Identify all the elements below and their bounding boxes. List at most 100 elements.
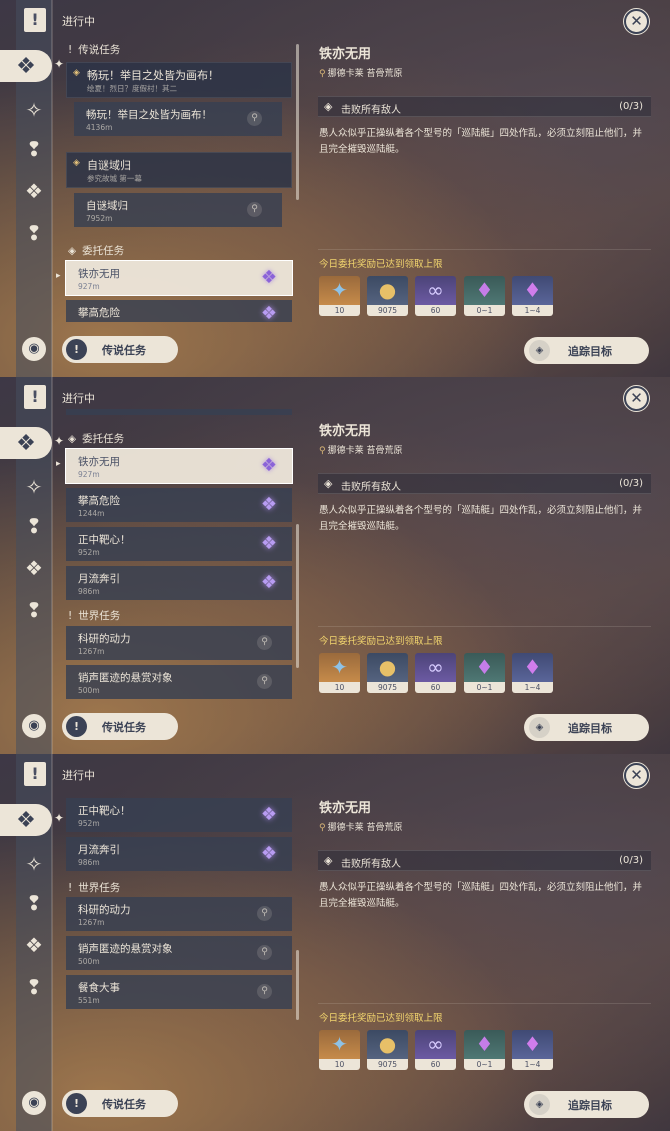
quest-step-legend-2[interactable]: 自谜域归 7952m ⚲ [74, 193, 282, 227]
sidebar-tab-commission[interactable]: ❖ [19, 553, 49, 583]
reward-crystal-2[interactable]: ♦ 1~4 [512, 276, 553, 316]
commission-gem-icon: ❖ [260, 804, 278, 825]
reward-crystal-1[interactable]: ♦ 0~1 [464, 653, 505, 693]
quest-commission-1[interactable]: 铁亦无用 927m ❖ [56, 261, 292, 295]
commission-gem-icon: ❖ [260, 455, 278, 476]
crystal-green-icon: ♦ [464, 653, 505, 682]
legend-quest-button[interactable]: ! 传说任务 [62, 336, 178, 363]
quest-world-2[interactable]: 销声匿迹的悬赏对象 500m ⚲ [66, 936, 292, 970]
quest-screen-1: ! ❖ ✧ ❢ ❖ ❢ ◉ 进行中 !传说任务 ◈ 畅玩！举目之处皆为画布！ 绘… [0, 0, 670, 377]
legend-quest-button[interactable]: ! 传说任务 [62, 1090, 178, 1117]
objective-row: ◈ 击败所有敌人 (0/3) [318, 850, 651, 871]
reward-crystal-1[interactable]: ♦ 0~1 [464, 1030, 505, 1070]
reward-mora[interactable]: ● 9075 [367, 653, 408, 693]
commission-gem-icon: ❖ [260, 267, 278, 288]
companionship-exp-icon: ∞ [415, 276, 456, 305]
quest-commission-1[interactable]: 铁亦无用 927m ❖ [56, 449, 292, 483]
mora-icon: ● [367, 653, 408, 682]
sidebar-tab-archon[interactable]: ✧ [19, 472, 49, 502]
quest-world-1[interactable]: 科研的动力 1267m ⚲ [66, 897, 292, 931]
sidebar-tab-story[interactable]: ❢ [19, 134, 49, 164]
companionship-exp-icon: ∞ [415, 1030, 456, 1059]
quest-commission-2[interactable]: 攀高危险 ❖ [66, 300, 292, 322]
location-pin-icon: ⚲ [247, 111, 262, 126]
quest-header-legend-2[interactable]: ◈ 自谜域归 参究故城 第一幕 [66, 152, 292, 188]
group-legend: ! 传说任务 [68, 44, 121, 56]
list-scrollbar[interactable] [296, 524, 299, 668]
group-world: ! 世界任务 [68, 610, 121, 622]
crystal-green-icon: ♦ [464, 276, 505, 305]
sidebar-tab-all[interactable]: ❖ [0, 50, 64, 82]
quest-world-2[interactable]: 销声匿迹的悬赏对象 500m ⚲ [66, 665, 292, 699]
quest-book-icon: ! [24, 762, 46, 786]
location-pin-icon: ⚲ [257, 635, 272, 650]
sidebar-tab-story[interactable]: ❢ [19, 511, 49, 541]
reward-companionship[interactable]: ∞ 60 [415, 653, 456, 693]
crystal-green-icon: ♦ [464, 1030, 505, 1059]
group-commission: ◈ 委托任务 [68, 433, 125, 445]
detail-description: 愚人众似乎正操纵着各个型号的「巡陆艇」四处作乱，必须立刻阻止他们，并且完全摧毁巡… [319, 882, 643, 909]
quest-commission-3[interactable]: 正中靶心！ 952m ❖ [66, 798, 292, 832]
track-button[interactable]: ◈ 追踪目标 [524, 337, 649, 364]
legend-quest-button[interactable]: ! 传说任务 [62, 713, 178, 740]
camera-icon[interactable]: ◉ [22, 714, 46, 738]
track-button[interactable]: ◈ 追踪目标 [524, 1091, 649, 1118]
quest-world-3[interactable]: 餐食大事 551m ⚲ [66, 975, 292, 1009]
objective-row: ◈ 击败所有敌人 (0/3) [318, 473, 651, 494]
reward-notice: 今日委托奖励已达到领取上限 [319, 636, 443, 647]
close-icon[interactable]: ✕ [624, 386, 649, 411]
sidebar-tab-world[interactable]: ❢ [19, 972, 49, 1002]
commission-gem-icon: ❖ [260, 572, 278, 593]
sidebar-tab-world[interactable]: ❢ [19, 595, 49, 625]
quest-world-1[interactable]: 科研的动力 1267m ⚲ [66, 626, 292, 660]
reward-starglitter[interactable]: ✦ 10 [319, 653, 360, 693]
sidebar-tab-all[interactable]: ❖ [0, 804, 64, 836]
reward-mora[interactable]: ● 9075 [367, 1030, 408, 1070]
close-icon[interactable]: ✕ [624, 9, 649, 34]
reward-starglitter[interactable]: ✦ 10 [319, 276, 360, 316]
sidebar-tab-archon[interactable]: ✧ [19, 849, 49, 879]
list-scrollbar[interactable] [296, 950, 299, 1020]
status-label: 进行中 [62, 769, 95, 782]
quest-step-legend-1[interactable]: 畅玩！举目之处皆为画布！ 4136m ⚲ [74, 102, 282, 136]
quest-commission-3[interactable]: 正中靶心！ 952m ❖ [66, 527, 292, 561]
companionship-exp-icon: ∞ [415, 653, 456, 682]
reward-crystal-1[interactable]: ♦ 0~1 [464, 276, 505, 316]
quest-header-legend-1[interactable]: ◈ 畅玩！举目之处皆为画布！ 绘夏！烈日？度假村！其二 [66, 62, 292, 98]
list-scrollbar[interactable] [296, 44, 299, 200]
quest-commission-4[interactable]: 月流奔引 986m ❖ [66, 837, 292, 871]
commission-gem-icon: ❖ [260, 303, 278, 322]
group-commission: ◈ 委托任务 [68, 245, 125, 257]
sidebar-tab-world[interactable]: ❢ [19, 218, 49, 248]
sidebar-tab-commission[interactable]: ❖ [19, 176, 49, 206]
sidebar-tab-archon[interactable]: ✧ [19, 95, 49, 125]
crystal-blue-icon: ♦ [512, 276, 553, 305]
camera-icon[interactable]: ◉ [22, 1091, 46, 1115]
starglitter-icon: ✦ [319, 653, 360, 682]
reward-notice: 今日委托奖励已达到领取上限 [319, 1013, 443, 1024]
status-label: 进行中 [62, 392, 95, 405]
sidebar-tab-story[interactable]: ❢ [19, 888, 49, 918]
detail-location: ⚲ 挪德卡莱 苔骨荒原 [319, 446, 403, 456]
reward-companionship[interactable]: ∞ 60 [415, 1030, 456, 1070]
quest-commission-4[interactable]: 月流奔引 986m ❖ [66, 566, 292, 600]
location-pin-icon: ⚲ [257, 945, 272, 960]
reward-mora[interactable]: ● 9075 [367, 276, 408, 316]
location-pin-icon: ⚲ [257, 984, 272, 999]
camera-icon[interactable]: ◉ [22, 337, 46, 361]
location-pin-icon: ⚲ [247, 202, 262, 217]
quest-commission-2[interactable]: 攀高危险 1244m ❖ [66, 488, 292, 522]
quest-screen-3: ! ❖ ✧ ❢ ❖ ❢ ◉ 进行中 正中靶心！ 952m ❖ 月流奔引 986m… [0, 754, 670, 1131]
close-icon[interactable]: ✕ [624, 763, 649, 788]
sidebar-tab-all[interactable]: ❖ [0, 427, 64, 459]
quest-step-partial [66, 409, 292, 415]
starglitter-icon: ✦ [319, 276, 360, 305]
reward-companionship[interactable]: ∞ 60 [415, 276, 456, 316]
sidebar-tab-commission[interactable]: ❖ [19, 930, 49, 960]
detail-title: 铁亦无用 [319, 801, 372, 816]
track-button[interactable]: ◈ 追踪目标 [524, 714, 649, 741]
reward-crystal-2[interactable]: ♦ 1~4 [512, 653, 553, 693]
reward-crystal-2[interactable]: ♦ 1~4 [512, 1030, 553, 1070]
commission-gem-icon: ❖ [260, 533, 278, 554]
reward-starglitter[interactable]: ✦ 10 [319, 1030, 360, 1070]
